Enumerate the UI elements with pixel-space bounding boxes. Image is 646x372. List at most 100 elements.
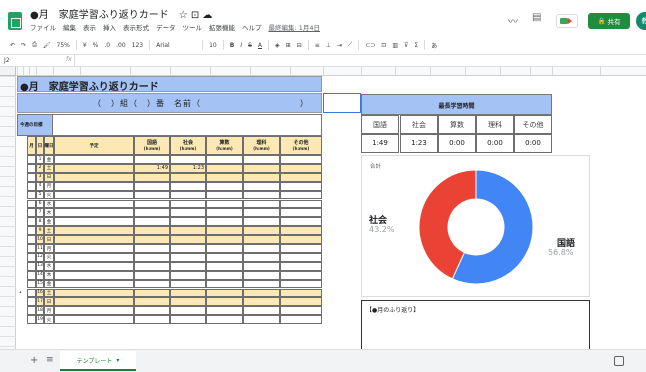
table-cell[interactable] <box>134 155 170 164</box>
table-cell[interactable] <box>134 235 170 244</box>
table-cell[interactable] <box>170 199 206 209</box>
table-cell[interactable] <box>134 244 170 253</box>
table-cell[interactable] <box>170 297 206 307</box>
table-cell[interactable] <box>280 217 322 227</box>
table-cell[interactable] <box>27 279 36 289</box>
table-cell[interactable] <box>134 306 170 316</box>
table-cell[interactable] <box>134 217 170 227</box>
explore-icon[interactable] <box>614 356 624 366</box>
add-sheet-button[interactable]: + <box>30 355 38 366</box>
document-title[interactable]: ●月 家庭学習ふり返りカード ☆ ⊡ ☁ <box>30 6 212 21</box>
menu-data[interactable]: データ <box>156 22 176 32</box>
table-cell[interactable] <box>280 297 322 307</box>
menu-format[interactable]: 表示形式 <box>123 22 149 32</box>
font-size-select[interactable]: 10 <box>209 42 217 49</box>
sheet-grid[interactable]: ●月 家庭学習ふり返りカード （ ）組（ ）番 名前（ ） 今週の目標 最長学習… <box>0 67 646 349</box>
table-cell[interactable] <box>243 181 280 191</box>
table-cell[interactable] <box>170 288 206 298</box>
table-cell[interactable] <box>243 208 280 218</box>
table-cell[interactable] <box>206 199 243 209</box>
table-cell[interactable] <box>170 279 206 289</box>
table-cell[interactable] <box>280 172 322 182</box>
table-cell[interactable] <box>27 155 36 164</box>
trend-icon[interactable]: 〰 <box>508 13 518 28</box>
table-cell[interactable] <box>243 163 280 173</box>
redo-icon[interactable]: ↷ <box>21 42 26 49</box>
table-cell[interactable] <box>243 279 280 289</box>
table-cell[interactable] <box>54 252 134 262</box>
format-select[interactable]: 123 <box>132 42 143 49</box>
table-cell[interactable] <box>280 315 322 325</box>
table-cell[interactable] <box>134 270 170 280</box>
bold-button[interactable]: B <box>230 42 235 49</box>
table-cell[interactable] <box>27 208 36 218</box>
table-cell[interactable] <box>280 163 322 173</box>
undo-icon[interactable]: ↶ <box>10 42 15 49</box>
table-cell[interactable] <box>54 306 134 316</box>
table-cell[interactable] <box>54 297 134 307</box>
table-cell[interactable] <box>280 190 322 200</box>
table-cell[interactable] <box>27 244 36 253</box>
table-cell[interactable] <box>170 226 206 236</box>
table-cell[interactable] <box>54 181 134 191</box>
insert-chart-icon[interactable]: ▥ <box>392 42 398 49</box>
table-cell[interactable] <box>280 226 322 236</box>
table-cell[interactable] <box>170 235 206 244</box>
table-cell[interactable] <box>134 252 170 262</box>
table-cell[interactable] <box>54 279 134 289</box>
table-cell[interactable] <box>280 199 322 209</box>
table-cell[interactable] <box>243 315 280 325</box>
fill-color-icon[interactable]: ◈ <box>275 42 280 49</box>
table-cell[interactable] <box>280 306 322 316</box>
input-tools-icon[interactable]: あ <box>431 41 437 50</box>
table-cell[interactable] <box>27 252 36 262</box>
table-cell[interactable] <box>170 261 206 271</box>
table-cell[interactable] <box>243 199 280 209</box>
table-cell[interactable] <box>280 288 322 298</box>
menu-extensions[interactable]: 拡張機能 <box>209 22 235 32</box>
table-cell[interactable] <box>206 226 243 236</box>
meet-icon[interactable] <box>556 14 578 28</box>
table-cell[interactable] <box>280 261 322 271</box>
table-cell[interactable] <box>134 172 170 182</box>
table-cell[interactable] <box>27 306 36 316</box>
table-cell[interactable] <box>54 208 134 218</box>
table-cell[interactable] <box>206 279 243 289</box>
name-box[interactable]: J2 <box>4 57 44 64</box>
table-cell[interactable] <box>134 315 170 325</box>
goal-box[interactable] <box>17 114 322 136</box>
table-cell[interactable] <box>206 270 243 280</box>
table-cell[interactable] <box>280 235 322 244</box>
table-cell[interactable] <box>27 288 36 298</box>
table-cell[interactable] <box>280 270 322 280</box>
share-button[interactable]: 🔒 共有 <box>588 13 630 29</box>
menu-view[interactable]: 表示 <box>83 22 96 32</box>
table-cell[interactable] <box>243 226 280 236</box>
print-icon[interactable]: ⎙ <box>32 41 37 49</box>
table-cell[interactable] <box>206 235 243 244</box>
table-cell[interactable] <box>54 217 134 227</box>
link-icon[interactable]: ⊂⊃ <box>365 42 375 49</box>
table-cell[interactable] <box>280 244 322 253</box>
table-cell[interactable] <box>243 288 280 298</box>
table-cell[interactable] <box>243 244 280 253</box>
sheets-logo-icon[interactable] <box>8 12 22 30</box>
table-cell[interactable] <box>170 244 206 253</box>
table-cell[interactable] <box>170 155 206 164</box>
table-cell[interactable] <box>206 288 243 298</box>
menu-insert[interactable]: 挿入 <box>103 22 116 32</box>
table-cell[interactable] <box>243 306 280 316</box>
table-cell[interactable] <box>27 315 36 325</box>
table-cell[interactable] <box>54 315 134 325</box>
table-cell[interactable] <box>134 208 170 218</box>
table-cell[interactable] <box>54 261 134 271</box>
table-cell[interactable] <box>206 190 243 200</box>
table-cell[interactable] <box>170 208 206 218</box>
align-icon[interactable]: ≡ <box>315 42 320 49</box>
menu-edit[interactable]: 編集 <box>63 22 76 32</box>
text-color-button[interactable]: A <box>258 42 262 49</box>
comment-icon[interactable]: ▤ <box>532 12 541 23</box>
donut-chart[interactable]: 合計 社会 43.2% 国語 56.8% <box>361 155 590 297</box>
merge-icon[interactable]: ⊟ <box>297 42 302 49</box>
table-cell[interactable] <box>206 297 243 307</box>
